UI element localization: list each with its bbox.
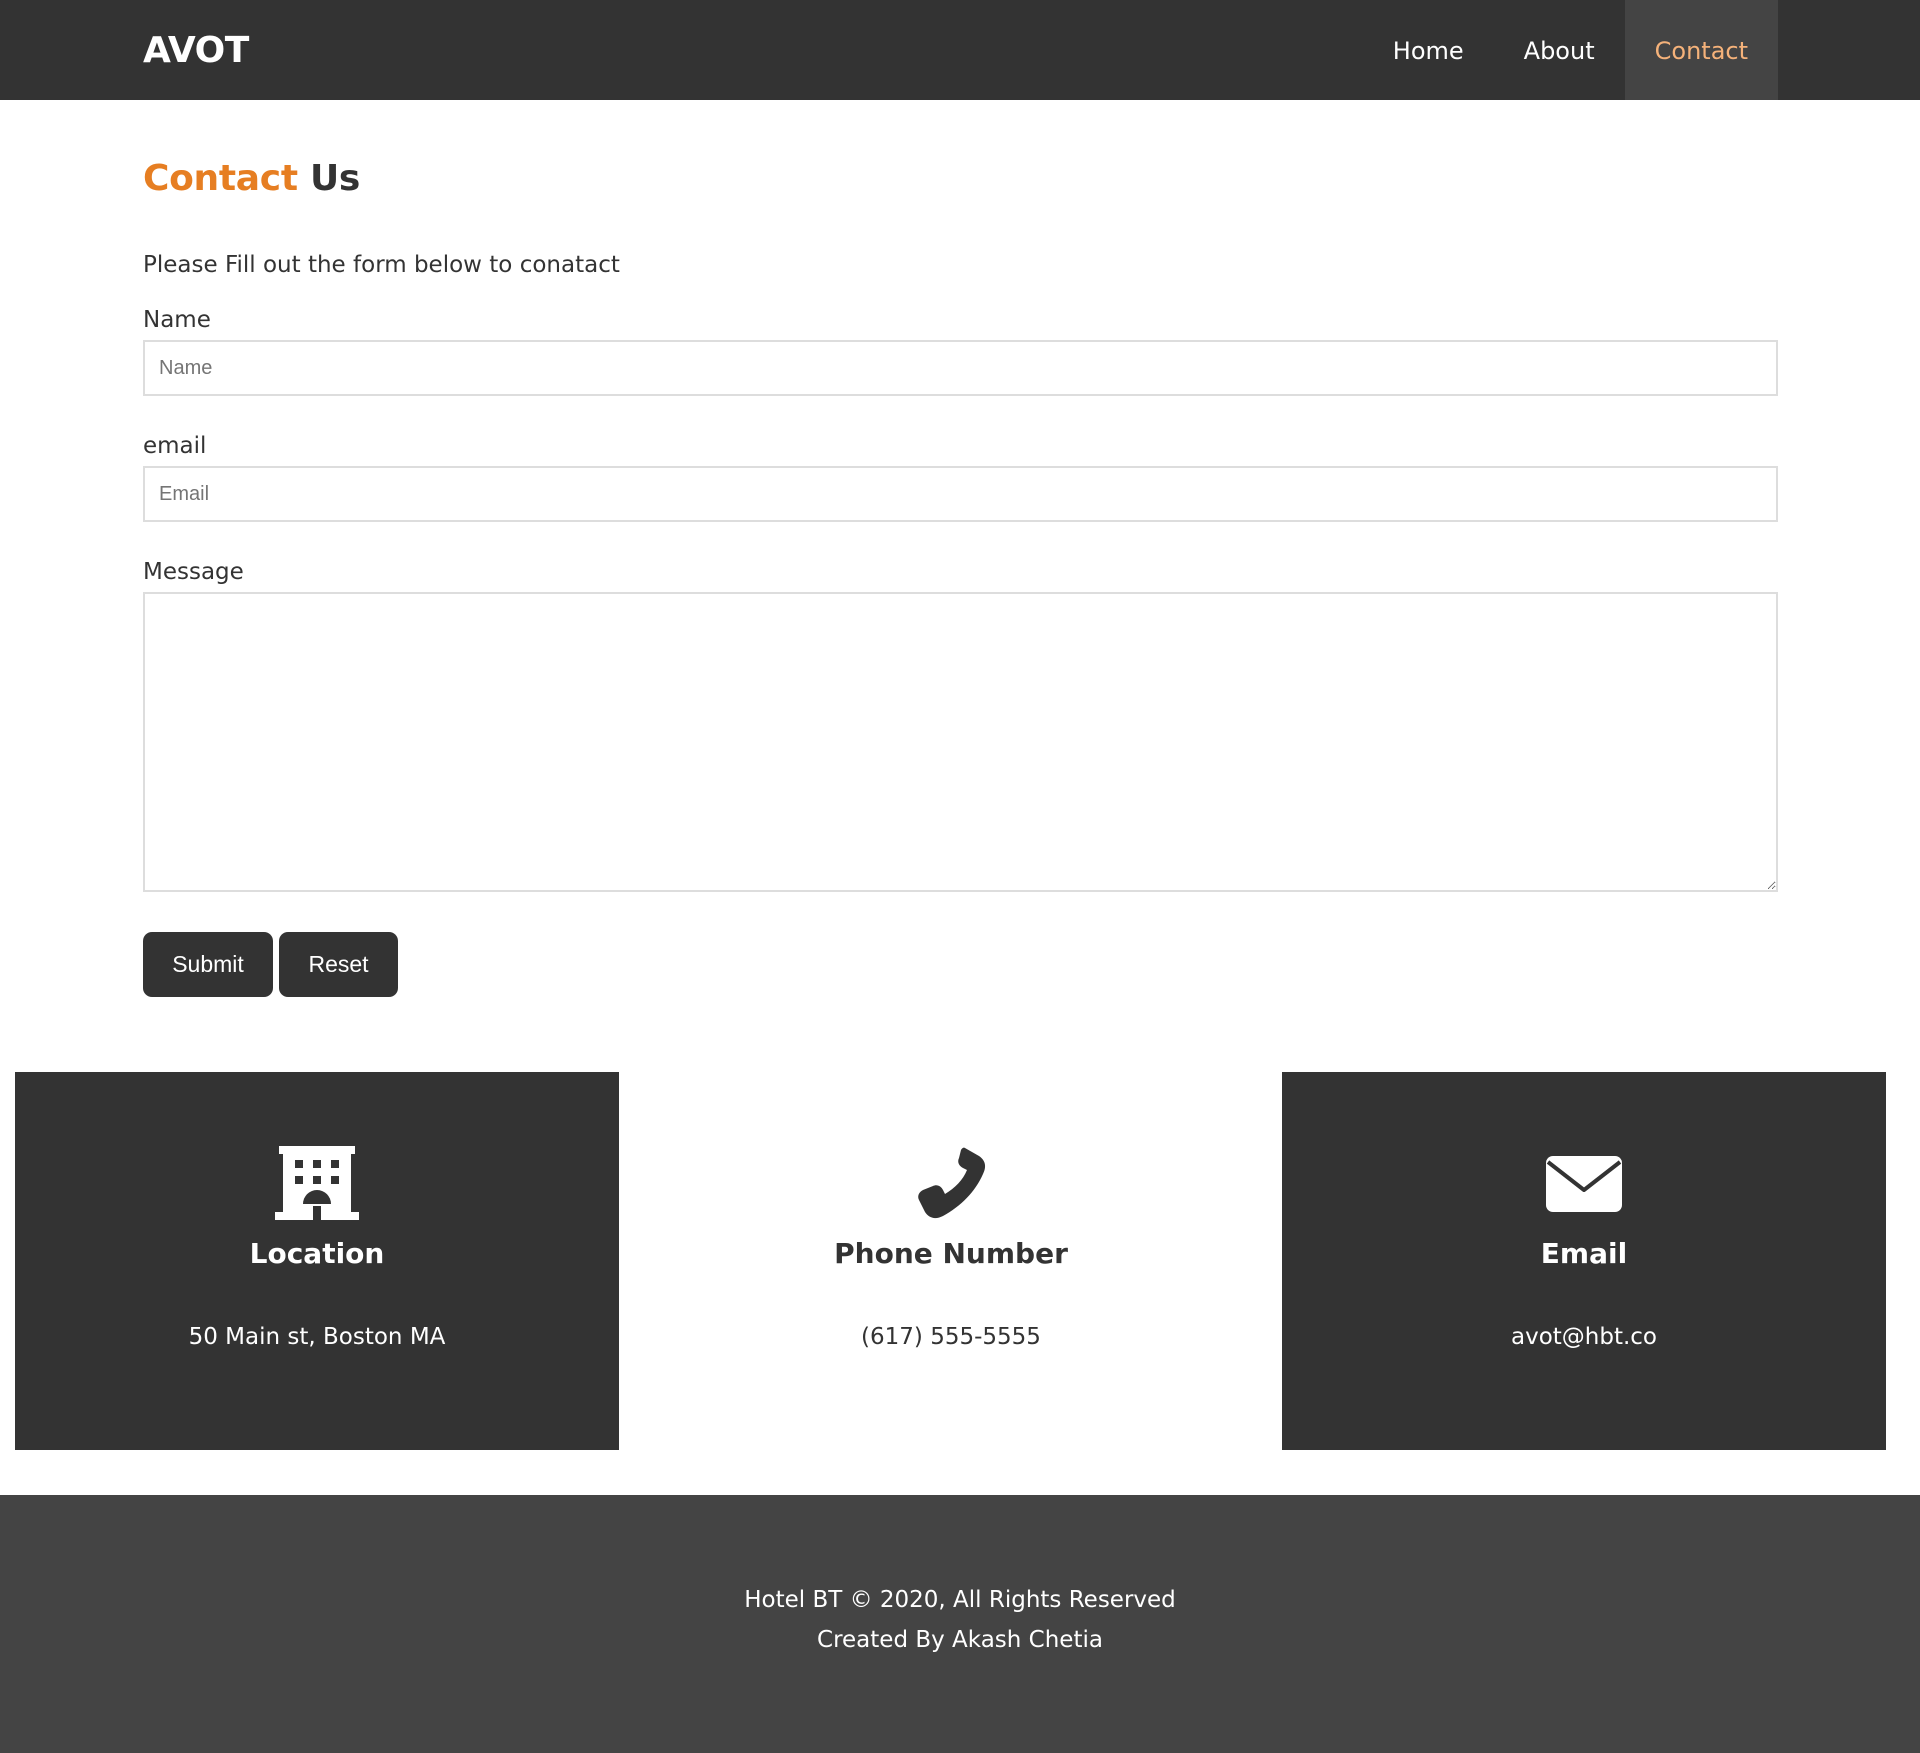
message-textarea[interactable]: [143, 592, 1778, 892]
building-icon: [275, 1146, 359, 1222]
nav-link-about[interactable]: About: [1494, 0, 1625, 100]
nav-link-home[interactable]: Home: [1363, 0, 1494, 100]
reset-button[interactable]: Reset: [279, 932, 398, 997]
phone-card: Phone Number (617) 555-5555: [677, 1072, 1225, 1450]
page-footer: Hotel BT © 2020, All Rights Reserved Cre…: [0, 1495, 1920, 1753]
location-value: 50 Main st, Boston MA: [188, 1324, 446, 1350]
submit-button[interactable]: Submit: [143, 932, 273, 997]
page-title-accent: Contact: [143, 158, 298, 199]
page-title-rest: Us: [309, 158, 361, 199]
email-input[interactable]: [143, 466, 1778, 522]
phone-value: (617) 555-5555: [861, 1324, 1041, 1350]
page-title: Contact Us: [143, 158, 360, 199]
top-navbar: AVOT Home About Contact: [0, 0, 1920, 100]
footer-credit: Created By Akash Chetia: [817, 1627, 1103, 1653]
name-input[interactable]: [143, 340, 1778, 396]
main-nav: Home About Contact: [1363, 0, 1778, 100]
form-intro-text: Please Fill out the form below to conata…: [143, 252, 620, 278]
footer-copyright: Hotel BT © 2020, All Rights Reserved: [744, 1587, 1176, 1613]
envelope-icon: [1542, 1146, 1626, 1222]
phone-title: Phone Number: [834, 1237, 1068, 1270]
brand-logo[interactable]: AVOT: [143, 0, 249, 100]
email-card: Email avot@hbt.co: [1282, 1072, 1886, 1450]
name-label: Name: [143, 307, 211, 333]
location-title: Location: [249, 1237, 385, 1270]
location-card: Location 50 Main st, Boston MA: [15, 1072, 619, 1450]
phone-icon: [909, 1146, 993, 1222]
email-title: Email: [1540, 1237, 1628, 1270]
nav-link-contact[interactable]: Contact: [1624, 0, 1778, 100]
message-label: Message: [143, 559, 244, 585]
email-value: avot@hbt.co: [1510, 1324, 1658, 1350]
email-label: email: [143, 433, 207, 459]
